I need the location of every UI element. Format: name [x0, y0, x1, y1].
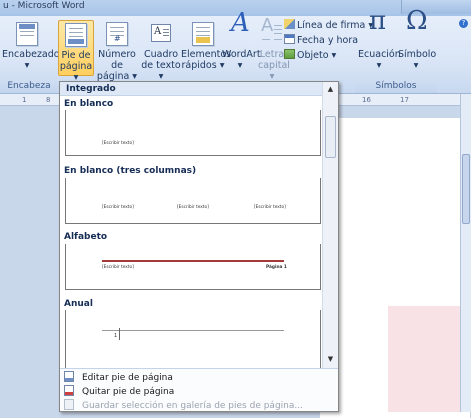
omega-icon: Ω [406, 6, 428, 36]
save-to-gallery-icon [64, 399, 74, 410]
gallery-category: En blanco [64, 99, 114, 109]
page-number-text: Página 1 [266, 265, 287, 270]
simbolo-arrow: ▾ [413, 60, 419, 71]
gallery-scrollbar-thumb[interactable] [325, 116, 336, 158]
gallery-header: Integrado [60, 82, 338, 96]
pie-de-pagina-button[interactable]: Pie de página ▾ [58, 20, 94, 83]
scroll-up-arrow-icon[interactable]: ▲ [323, 84, 338, 94]
objeto-label: Objeto ▾ [297, 50, 337, 61]
ruler-tick: 17 [400, 96, 409, 104]
wordart-arrow: ▾ [237, 60, 243, 71]
scroll-down-arrow-icon[interactable]: ▼ [323, 354, 338, 364]
ruler-tick: 8 [46, 96, 51, 104]
page-number-text: 1 [114, 333, 118, 339]
header-doc-icon [16, 22, 38, 46]
gallery-item-alfabeto[interactable]: [Escribir texto] Página 1 [65, 244, 321, 290]
quitar-label: Quitar pie de página [82, 387, 175, 397]
simbolo-label: Símbolo [398, 49, 437, 60]
page-highlight-region [388, 306, 471, 412]
pi-icon: π [369, 6, 387, 36]
guardar-seleccion-item[interactable]: Guardar selección en galería de pies de … [64, 399, 334, 413]
letra-label: Letra [259, 49, 285, 60]
edit-footer-icon [64, 371, 74, 382]
elementos-rapidos-button[interactable]: Elementos rápidos ▾ [181, 20, 232, 76]
anual-vertical-bar [119, 328, 120, 340]
numero-de-pagina-button[interactable]: # Número de página ▾ [96, 20, 138, 82]
signature-icon [284, 19, 295, 29]
page-number-icon: # [106, 22, 128, 46]
footer-doc-icon [65, 23, 87, 47]
group-label-simbolos: Símbolos [355, 80, 437, 93]
placeholder-text: [Escribir texto] [177, 205, 209, 210]
gallery-category: Anual [64, 299, 93, 309]
simbolo-button[interactable]: Ω Símbolo ▾ [398, 6, 437, 76]
ruler-tick: 1 [22, 96, 27, 104]
vertical-scrollbar-thumb[interactable] [462, 154, 470, 224]
ecuacion-arrow: ▾ [376, 60, 382, 71]
elementos-arrow: rápidos ▾ [181, 60, 225, 71]
window-title: u - Microsoft Word [3, 1, 85, 11]
ecuacion-label: Ecuación [358, 49, 401, 60]
editar-label: Editar pie de página [82, 373, 173, 383]
text-box-icon: A [150, 22, 172, 46]
vertical-scrollbar[interactable] [460, 94, 471, 412]
anual-divider-line [102, 330, 284, 331]
numero-label: Número de [98, 49, 136, 71]
placeholder-text: [Escribir texto] [102, 265, 134, 270]
placeholder-text: [Escribir texto] [102, 205, 134, 210]
gallery-category: Alfabeto [64, 232, 108, 242]
fecha-hora-label: Fecha y hora [297, 35, 359, 46]
cuadro-de-texto-button[interactable]: A Cuadro de texto ▾ [141, 20, 181, 82]
remove-footer-icon [64, 385, 74, 396]
wordart-icon: A [231, 8, 250, 38]
gallery-item-anual[interactable]: 1 [65, 310, 321, 368]
calendar-icon [284, 34, 295, 44]
quick-parts-icon [192, 22, 214, 46]
pie-label: Pie de [61, 50, 91, 61]
group-label-encabezado: Encabeza [0, 80, 58, 93]
wordart-button[interactable]: A WordArt ▾ [222, 8, 261, 76]
elementos-label: Elementos [181, 49, 232, 60]
letra-capital-button[interactable]: A Letra capital ▾ [258, 17, 290, 83]
footer-gallery-dropdown: Integrado En blanco [Escribir texto] En … [59, 81, 339, 412]
editar-pie-de-pagina-item[interactable]: Editar pie de página [64, 371, 334, 385]
wordart-label: WordArt [222, 49, 261, 60]
quitar-pie-de-pagina-item[interactable]: Quitar pie de página [64, 385, 334, 399]
footer-gallery: En blanco [Escribir texto] En blanco (tr… [60, 96, 322, 368]
fecha-y-hora-button[interactable]: Fecha y hora [284, 34, 358, 47]
encabezado-button[interactable]: Encabezado ▾ [2, 20, 60, 76]
encabezado-label: Encabezado [2, 49, 60, 60]
object-icon [284, 49, 295, 59]
cuadro-arrow: de texto ▾ [141, 60, 181, 82]
gallery-category: En blanco (tres columnas) [64, 166, 197, 176]
pie-arrow: página ▾ [59, 61, 93, 83]
gallery-item-en-blanco[interactable]: [Escribir texto] [65, 110, 321, 156]
drop-cap-icon: A [261, 17, 283, 46]
placeholder-text: [Escribir texto] [254, 205, 286, 210]
ecuacion-button[interactable]: π Ecuación ▾ [358, 6, 401, 76]
objeto-button[interactable]: Objeto ▾ [284, 49, 336, 62]
placeholder-text: [Escribir texto] [102, 141, 134, 146]
guardar-label: Guardar selección en galería de pies de … [82, 401, 303, 411]
letra-arrow: capital ▾ [258, 60, 290, 82]
gallery-scrollbar[interactable]: ▲ ▼ [322, 82, 338, 368]
help-icon[interactable]: ? [459, 19, 468, 28]
encabezado-arrow: ▾ [24, 60, 30, 71]
ruler-tick: 16 [362, 96, 371, 104]
gallery-footer-menu: Editar pie de página Quitar pie de págin… [60, 368, 338, 411]
gallery-item-tres-columnas[interactable]: [Escribir texto] [Escribir texto] [Escri… [65, 178, 321, 224]
alfabeto-divider-line [102, 260, 284, 262]
cuadro-label: Cuadro [143, 49, 178, 60]
